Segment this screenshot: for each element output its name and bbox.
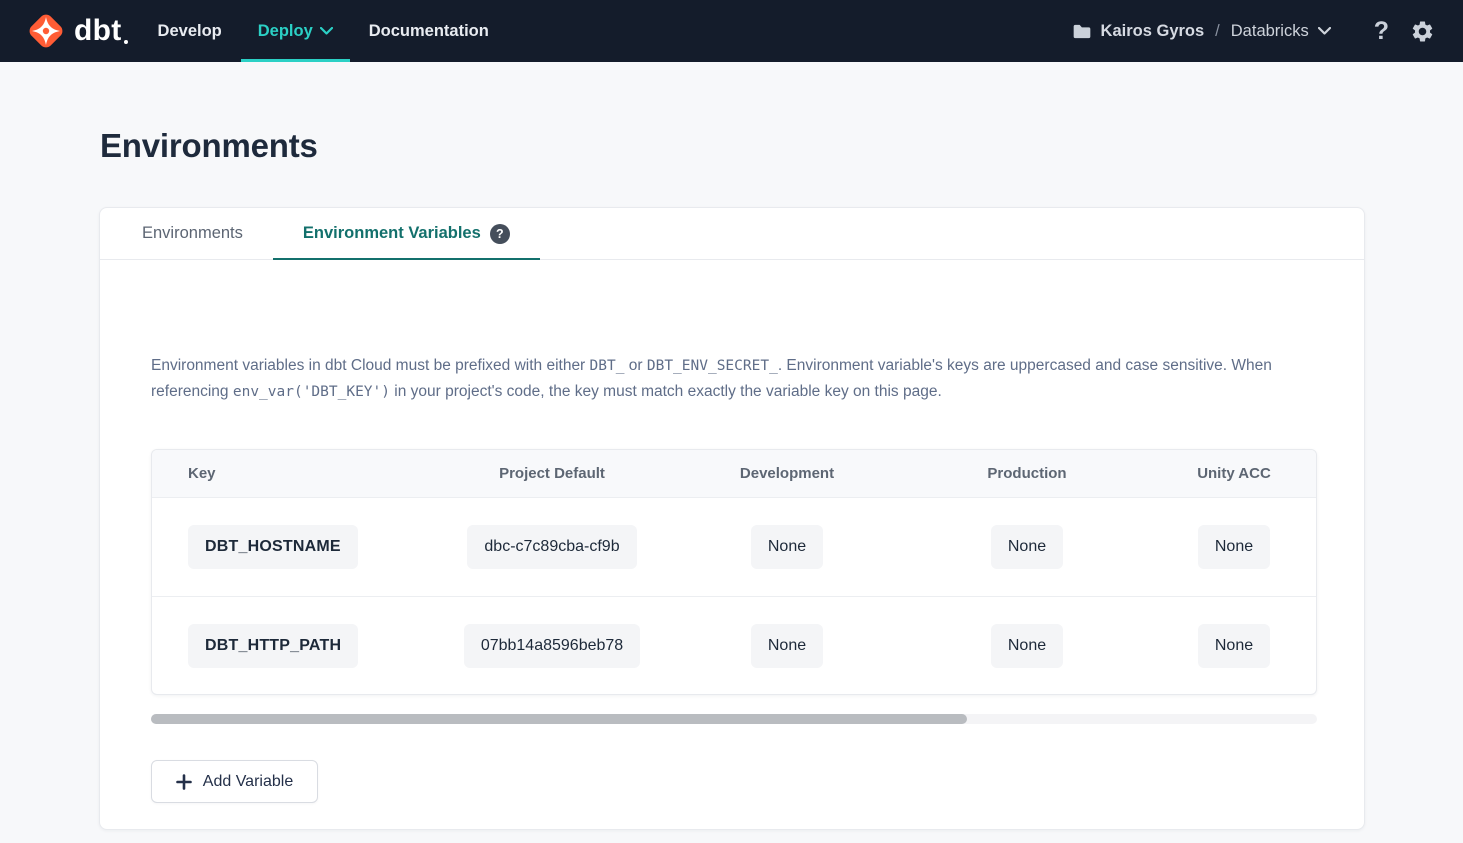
chevron-down-icon (1318, 27, 1331, 35)
value-chip[interactable]: None (1198, 525, 1270, 569)
table-row: DBT_HTTP_PATH 07bb14a8596beb78 None None… (152, 596, 1316, 694)
description-text: Environment variables in dbt Cloud must … (151, 357, 590, 374)
horizontal-scrollbar-thumb[interactable] (151, 714, 967, 724)
main-content: Environments Environments Environment Va… (0, 126, 1463, 830)
cell-development: None (672, 624, 902, 668)
settings-button[interactable] (1410, 19, 1435, 44)
cell-production: None (902, 525, 1152, 569)
table-row: DBT_HOSTNAME dbc-c7c89cba-cf9b None None… (152, 498, 1316, 596)
inline-code: DBT_ (590, 358, 625, 374)
column-header-production: Production (902, 465, 1152, 482)
tab-environment-variables[interactable]: Environment Variables ? (273, 208, 540, 259)
cell-production: None (902, 624, 1152, 668)
inline-code: DBT_ENV_SECRET_ (647, 358, 778, 374)
chevron-down-icon (320, 27, 333, 35)
description-text: in your project's code, the key must mat… (390, 383, 942, 400)
top-navigation: dbt Develop Deploy Documentation Kairos … (0, 0, 1463, 62)
add-variable-button[interactable]: Add Variable (151, 760, 318, 803)
tab-environments[interactable]: Environments (112, 208, 273, 259)
column-header-unity-acc: Unity ACC (1152, 465, 1316, 482)
value-chip[interactable]: None (991, 525, 1063, 569)
gear-icon (1410, 19, 1435, 44)
column-header-key: Key (152, 465, 432, 482)
nav-item-documentation[interactable]: Documentation (351, 0, 507, 62)
breadcrumb-separator: / (1213, 22, 1222, 41)
brand-trademark-dot (124, 40, 128, 44)
env-variables-table: Key Project Default Development Producti… (151, 449, 1317, 695)
env-vars-description: Environment variables in dbt Cloud must … (151, 353, 1319, 405)
column-header-project-default: Project Default (432, 465, 672, 482)
help-button[interactable]: ? (1374, 17, 1389, 46)
project-selector[interactable]: Kairos Gyros / Databricks (1072, 22, 1331, 41)
page-title: Environments (100, 126, 1463, 166)
value-chip[interactable]: None (991, 624, 1063, 668)
account-name: Kairos Gyros (1101, 22, 1205, 41)
cell-unity-acc: None (1152, 525, 1316, 569)
value-chip[interactable]: dbc-c7c89cba-cf9b (467, 525, 636, 569)
value-chip[interactable]: None (751, 525, 823, 569)
nav-item-develop[interactable]: Develop (140, 0, 240, 62)
question-mark-icon: ? (1374, 17, 1389, 46)
project-name: Databricks (1231, 22, 1309, 41)
column-header-development: Development (672, 465, 902, 482)
dbt-pinwheel-icon (26, 11, 66, 51)
environments-card: Environments Environment Variables ? Env… (99, 207, 1365, 830)
value-chip[interactable]: None (1198, 624, 1270, 668)
cell-key: DBT_HTTP_PATH (152, 624, 432, 668)
key-chip[interactable]: DBT_HTTP_PATH (188, 624, 358, 668)
question-circle-icon[interactable]: ? (490, 224, 510, 244)
cell-project-default: 07bb14a8596beb78 (432, 624, 672, 668)
cell-unity-acc: None (1152, 624, 1316, 668)
nav-item-deploy[interactable]: Deploy (240, 0, 351, 62)
description-text: or (624, 357, 646, 374)
cell-key: DBT_HOSTNAME (152, 525, 432, 569)
folder-icon (1072, 23, 1092, 40)
table-header-row: Key Project Default Development Producti… (152, 450, 1316, 498)
value-chip[interactable]: 07bb14a8596beb78 (464, 624, 640, 668)
inline-code: env_var('DBT_KEY') (233, 384, 390, 400)
cell-project-default: dbc-c7c89cba-cf9b (432, 525, 672, 569)
key-chip[interactable]: DBT_HOSTNAME (188, 525, 358, 569)
dbt-logo[interactable]: dbt (26, 11, 128, 51)
plus-icon (176, 774, 192, 790)
tab-panel-environment-variables: Environment variables in dbt Cloud must … (100, 353, 1364, 803)
cell-development: None (672, 525, 902, 569)
tab-bar: Environments Environment Variables ? (100, 208, 1364, 260)
nav-right-cluster: Kairos Gyros / Databricks ? (1072, 17, 1435, 46)
value-chip[interactable]: None (751, 624, 823, 668)
add-variable-label: Add Variable (203, 773, 293, 791)
brand-wordmark: dbt (74, 11, 128, 51)
horizontal-scrollbar-track[interactable] (151, 714, 1317, 724)
primary-nav: Develop Deploy Documentation (140, 0, 507, 62)
